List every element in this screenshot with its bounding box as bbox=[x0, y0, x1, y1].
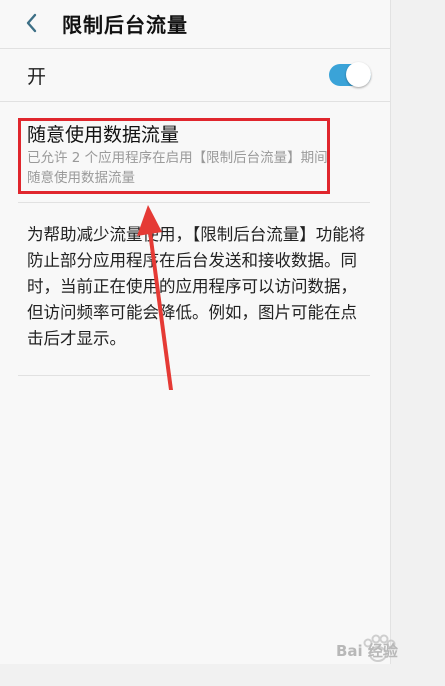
bottom-margin bbox=[0, 664, 391, 686]
back-button[interactable] bbox=[20, 10, 46, 36]
header-divider bbox=[0, 48, 390, 49]
description-divider bbox=[18, 375, 370, 376]
watermark-text: Bai 经验 bbox=[336, 642, 398, 660]
option-divider bbox=[18, 202, 370, 203]
switch-label: 开 bbox=[27, 66, 47, 88]
switch-divider bbox=[0, 101, 390, 102]
toggle-knob bbox=[346, 62, 371, 87]
app-bar: 限制后台流量 bbox=[0, 0, 390, 48]
page-title: 限制后台流量 bbox=[62, 13, 188, 37]
right-margin bbox=[391, 0, 445, 686]
description-text: 为帮助减少流量使用，【限制后台流量】功能将防止部分应用程序在后台发送和接收数据。… bbox=[27, 225, 366, 348]
option-subtitle: 已允许 2 个应用程序在启用【限制后台流量】期间随意使用数据流量 bbox=[27, 150, 328, 186]
option-title: 随意使用数据流量 bbox=[27, 124, 180, 146]
chevron-left-icon bbox=[26, 13, 37, 33]
